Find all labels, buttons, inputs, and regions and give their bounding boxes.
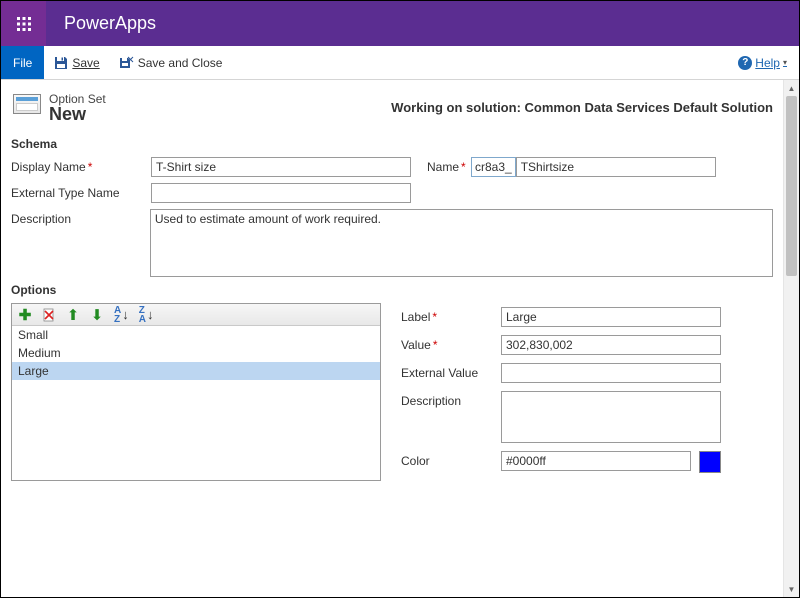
scroll-down-icon[interactable]: ▼ [784,582,799,596]
option-color-label: Color [401,451,501,468]
name-label: Name* [411,157,471,174]
option-detail-panel: Label* Value* External Value Description… [401,303,773,481]
add-option-button[interactable]: ✚ [16,306,34,324]
save-close-label: Save and Close [138,56,223,70]
file-button[interactable]: File [1,46,44,79]
scroll-up-icon[interactable]: ▲ [784,81,799,95]
save-icon [54,56,68,70]
option-item[interactable]: Large [12,362,380,380]
save-button[interactable]: Save [44,46,109,79]
option-label-label: Label* [401,307,501,324]
help-icon: ? [738,56,752,70]
options-section-title: Options [11,283,773,297]
solution-message: Working on solution: Common Data Service… [391,92,773,115]
help-button[interactable]: ? Help ▾ [726,46,799,79]
page-heading: Option Set New Working on solution: Comm… [11,80,773,131]
option-description-label: Description [401,391,501,408]
option-set-icon [13,94,41,114]
scroll-thumb[interactable] [786,96,797,276]
option-label-input[interactable] [501,307,721,327]
content-area: Option Set New Working on solution: Comm… [1,80,783,597]
option-item[interactable]: Medium [12,344,380,362]
app-launcher-button[interactable] [1,1,46,46]
delete-option-button[interactable] [40,306,58,324]
sort-asc-button[interactable]: AZ↓ [112,306,131,324]
option-description-input[interactable] [501,391,721,443]
description-input[interactable] [150,209,773,277]
app-title: PowerApps [64,13,156,34]
page-title: New [49,104,106,125]
external-type-label: External Type Name [11,183,151,200]
option-external-value-label: External Value [401,363,501,380]
save-close-icon [120,56,134,70]
options-list[interactable]: SmallMediumLarge [12,326,380,476]
options-list-box: ✚ ⬆ ⬇ AZ↓ ZA↓ SmallMediumLarge [11,303,381,481]
vertical-scrollbar[interactable]: ▲ ▼ [783,80,799,597]
top-header: PowerApps [1,1,799,46]
external-type-input[interactable] [151,183,411,203]
save-and-close-button[interactable]: Save and Close [110,46,233,79]
name-prefix: cr8a3_ [471,157,516,177]
move-down-button[interactable]: ⬇ [88,306,106,324]
option-color-swatch[interactable] [699,451,721,473]
display-name-label: Display Name* [11,157,151,174]
display-name-input[interactable] [151,157,411,177]
command-bar: File Save Save and Close ? Help ▾ [1,46,799,80]
option-external-value-input[interactable] [501,363,721,383]
chevron-down-icon: ▾ [783,58,787,67]
option-item[interactable]: Small [12,326,380,344]
option-value-input[interactable] [501,335,721,355]
sort-desc-button[interactable]: ZA↓ [137,306,156,324]
option-value-label: Value* [401,335,501,352]
option-color-input[interactable] [501,451,691,471]
description-label: Description [11,209,150,226]
name-input[interactable] [516,157,716,177]
help-label: Help [755,56,780,70]
save-label: Save [72,56,99,70]
schema-section-title: Schema [11,137,773,151]
options-toolbar: ✚ ⬆ ⬇ AZ↓ ZA↓ [12,304,380,326]
move-up-button[interactable]: ⬆ [64,306,82,324]
